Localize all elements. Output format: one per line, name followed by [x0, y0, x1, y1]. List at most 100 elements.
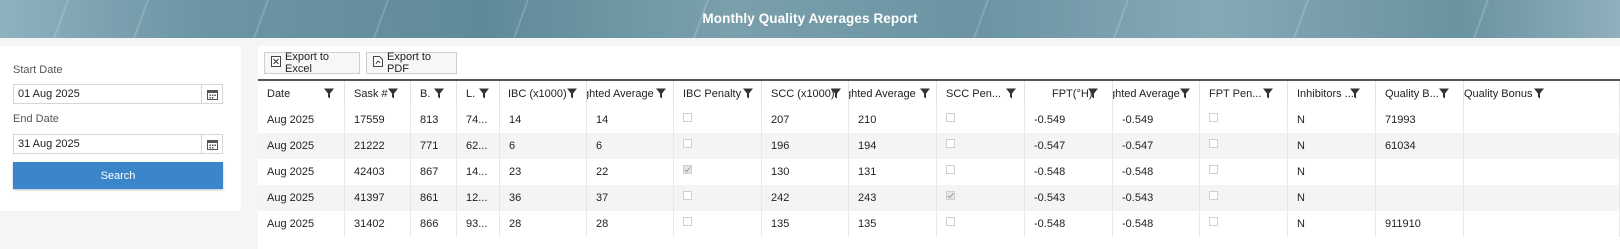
- cell-ibc: 14: [500, 107, 587, 133]
- filter-icon[interactable]: [1006, 88, 1016, 99]
- cell-sask: 42403: [345, 159, 411, 185]
- cell-scc: 242: [762, 185, 849, 211]
- column-header-quality-b[interactable]: Quality B...: [1376, 81, 1464, 107]
- filter-icon[interactable]: [1088, 88, 1098, 99]
- filter-icon[interactable]: [831, 88, 841, 99]
- cell-date: Aug 2025: [258, 185, 345, 211]
- column-header-label: Quality B...: [1385, 88, 1439, 100]
- scc-penalty-checkbox: [946, 139, 955, 148]
- column-header-label: SCC (x1000): [771, 88, 835, 100]
- column-header-ibc[interactable]: IBC (x1000): [500, 81, 587, 107]
- cell-value: 207: [771, 114, 790, 126]
- cell-value: -0.548: [1034, 166, 1066, 178]
- column-header-scc-penalty[interactable]: SCC Pen...: [937, 81, 1025, 107]
- cell-fpt-penalty: [1200, 159, 1288, 185]
- column-header-date[interactable]: Date: [258, 81, 345, 107]
- cell-l: 62...: [457, 133, 500, 159]
- cell-inhibitors: N: [1288, 211, 1376, 237]
- cell-date: Aug 2025: [258, 133, 345, 159]
- excel-icon: [271, 56, 285, 70]
- cell-value: 14: [596, 114, 609, 126]
- cell-scc-wavg: 135: [849, 211, 937, 237]
- filter-icon[interactable]: [1263, 88, 1273, 99]
- cell-value: 131: [858, 166, 877, 178]
- column-header-b[interactable]: B.: [411, 81, 457, 107]
- table-row[interactable]: Aug 2025 31402 866 93... 28 28 135 135 -0.548 -0.…: [258, 211, 1620, 237]
- cell-value: 61034: [1385, 140, 1416, 152]
- cell-quality-b: 61034: [1376, 133, 1464, 159]
- cell-value: 22: [596, 166, 609, 178]
- cell-value: 36: [509, 192, 522, 204]
- filter-icon[interactable]: [1439, 88, 1449, 99]
- filter-icon[interactable]: [1350, 88, 1360, 99]
- fpt-penalty-checkbox: [1209, 217, 1218, 226]
- filter-icon[interactable]: [324, 88, 334, 99]
- cell-quality-bonus: [1464, 159, 1620, 185]
- cell-value: N: [1297, 192, 1305, 204]
- column-header-ibc-penalty[interactable]: IBC Penalty: [674, 81, 762, 107]
- column-header-fpt-penalty[interactable]: FPT Pen...: [1200, 81, 1288, 107]
- column-header-quality-bonus[interactable]: Quality Bonus: [1464, 81, 1620, 107]
- grid-header: Date Sask # B. L. IBC (x1000) ghted Average IB…: [258, 79, 1620, 107]
- cell-fpt: -0.543: [1025, 185, 1113, 211]
- cell-value: -0.547: [1034, 140, 1066, 152]
- table-row[interactable]: Aug 2025 42403 867 14... 23 22 130 131 -0.548 -0.…: [258, 159, 1620, 185]
- filter-icon[interactable]: [434, 88, 444, 99]
- cell-scc-penalty: [937, 159, 1025, 185]
- cell-ibc: 28: [500, 211, 587, 237]
- column-header-scc-wavg[interactable]: ghted Average: [849, 81, 937, 107]
- table-row[interactable]: Aug 2025 17559 813 74... 14 14 207 210 -0.549 -0.…: [258, 107, 1620, 133]
- cell-value: -0.547: [1122, 140, 1154, 152]
- column-header-ibc-wavg[interactable]: ghted Average: [587, 81, 674, 107]
- export-pdf-button[interactable]: Export to PDF: [366, 51, 457, 75]
- cell-value: 23: [509, 166, 522, 178]
- cell-value: 813: [420, 114, 439, 126]
- column-header-fpt-wavg[interactable]: ghted Average: [1113, 81, 1200, 107]
- end-date-label: End Date: [13, 113, 59, 125]
- start-date-field[interactable]: 01 Aug 2025: [13, 84, 223, 104]
- filter-icon[interactable]: [388, 88, 398, 99]
- ibc-penalty-checkbox: [683, 139, 692, 148]
- scc-penalty-checkbox: [946, 113, 955, 122]
- cell-fpt-wavg: -0.549: [1113, 107, 1200, 133]
- filter-icon[interactable]: [743, 88, 753, 99]
- table-row[interactable]: Aug 2025 41397 861 12... 36 37 242 243 -0.543 -0.…: [258, 185, 1620, 211]
- filter-icon[interactable]: [656, 88, 666, 99]
- column-header-label: ghted Average: [587, 88, 654, 100]
- column-header-l[interactable]: L.: [457, 81, 500, 107]
- start-date-label: Start Date: [13, 64, 63, 76]
- column-header-label: IBC Penalty: [683, 88, 742, 100]
- table-row[interactable]: Aug 2025 21222 771 62... 6 6 196 194 -0.547 -0.54…: [258, 133, 1620, 159]
- search-button[interactable]: Search: [13, 162, 223, 189]
- calendar-icon[interactable]: [201, 85, 222, 103]
- cell-quality-b: 911910: [1376, 211, 1464, 237]
- cell-value: Aug 2025: [267, 166, 315, 178]
- filter-icon[interactable]: [567, 88, 577, 99]
- cell-fpt-penalty: [1200, 185, 1288, 211]
- cell-value: 867: [420, 166, 439, 178]
- column-header-label: ghted Average: [1113, 88, 1180, 100]
- cell-date: Aug 2025: [258, 211, 345, 237]
- cell-l: 74...: [457, 107, 500, 133]
- filter-icon[interactable]: [920, 88, 930, 99]
- end-date-field[interactable]: 31 Aug 2025: [13, 134, 223, 154]
- column-header-sask[interactable]: Sask #: [345, 81, 411, 107]
- cell-inhibitors: N: [1288, 107, 1376, 133]
- cell-date: Aug 2025: [258, 159, 345, 185]
- filter-icon[interactable]: [479, 88, 489, 99]
- cell-scc-wavg: 243: [849, 185, 937, 211]
- filter-icon[interactable]: [1534, 88, 1544, 99]
- cell-value: 14: [509, 114, 522, 126]
- cell-sask: 31402: [345, 211, 411, 237]
- column-header-label: Sask #: [354, 88, 388, 100]
- export-excel-button[interactable]: Export to Excel: [264, 51, 360, 75]
- cell-inhibitors: N: [1288, 185, 1376, 211]
- column-header-fpt[interactable]: FPT(°H): [1025, 81, 1113, 107]
- cell-l: 93...: [457, 211, 500, 237]
- column-header-scc[interactable]: SCC (x1000): [762, 81, 849, 107]
- filter-icon[interactable]: [1180, 88, 1190, 99]
- column-header-inhibitors[interactable]: Inhibitors ...: [1288, 81, 1376, 107]
- cell-ibc: 6: [500, 133, 587, 159]
- cell-b: 861: [411, 185, 457, 211]
- calendar-icon[interactable]: [201, 135, 222, 153]
